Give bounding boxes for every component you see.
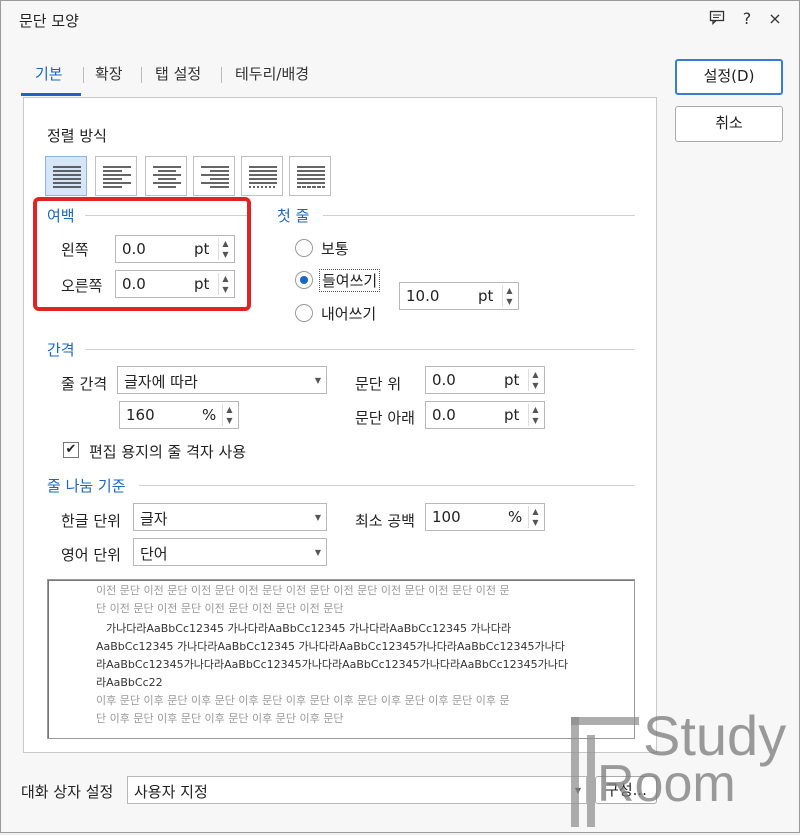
watermark-line2: Room [597,755,736,813]
cancel-button[interactable]: 취소 [675,106,783,142]
line-spacing-value: 160 [126,406,155,424]
min-space-spinner[interactable]: 100 % ▲ ▼ [425,503,545,531]
preview-current-line: 라AaBbCc22 [96,676,163,689]
active-tab-indicator [21,93,81,96]
radio-indent[interactable] [295,271,313,289]
comment-icon[interactable] [707,9,727,29]
align-divide-icon [297,166,325,188]
spacing-above-spinner[interactable]: 0.0 pt ▲ ▼ [425,366,545,394]
divider [85,349,635,350]
dialog-title: 문단 모양 [19,12,79,30]
preview-current-line: 가나다라AaBbCc12345 가나다라AaBbCc12345 가나다라AaBb… [106,622,511,635]
tab-border-background[interactable]: 테두리/배경 [235,63,309,84]
ok-button[interactable]: 설정(D) [675,59,783,95]
line-break-section-label: 줄 나눔 기준 [47,477,126,495]
line-spacing-value-spinner[interactable]: 160 % ▲ ▼ [119,401,239,429]
spin-arrows-icon[interactable]: ▲ ▼ [222,404,236,426]
english-unit-value: 단어 [140,545,168,563]
preview-current-line: AaBbCc12345 가나다라AaBbCc12345 가나다라AaBbCc12… [96,640,565,653]
spacing-above-value: 0.0 [432,371,456,389]
unit-label: % [508,508,523,526]
spin-arrows-icon[interactable]: ▲ ▼ [528,506,542,528]
align-distribute-button[interactable] [241,156,283,196]
dialog-settings-select[interactable]: 사용자 지정 ▼ [127,776,587,804]
grid-checkbox[interactable]: ✔ [63,442,79,458]
preview-next-line: 단 이후 문단 이후 문단 이후 문단 이후 문단 이후 문단 [96,712,344,725]
align-right-icon [201,166,229,188]
spacing-above-label: 문단 위 [355,375,402,393]
korean-unit-value: 글자 [140,510,168,528]
divider [323,215,635,216]
align-distribute-icon [249,166,277,188]
unit-label: pt [478,287,494,305]
studyroom-watermark: Study Room [567,691,797,831]
help-icon[interactable]: ? [737,9,757,28]
unit-label: % [202,406,217,424]
unit-label: pt [504,406,520,424]
tab-separator [83,67,84,83]
title-bar [1,1,799,37]
min-space-value: 100 [432,508,461,526]
radio-normal-label: 보통 [321,240,349,258]
align-right-button[interactable] [193,156,235,196]
close-icon[interactable]: × [765,9,785,28]
paragraph-shape-dialog: 문단 모양 ? × 기본 확장 탭 설정 테두리/배경 설정(D) 취소 정렬 … [0,0,800,833]
divider [139,485,635,486]
line-spacing-type-value: 글자에 따라 [124,373,198,391]
spacing-below-value: 0.0 [432,406,456,424]
preview-current-line: 라AaBbCc12345가나다라AaBbCc12345가나다라AaBbCc123… [96,658,568,671]
korean-unit-select[interactable]: 글자 ▼ [133,503,327,531]
tab-extended[interactable]: 확장 [95,63,123,84]
highlight-box [33,197,251,311]
korean-unit-label: 한글 단위 [61,512,121,530]
line-spacing-type-select[interactable]: 글자에 따라 ▼ [117,366,327,394]
preview-box: 이전 문단 이전 문단 이전 문단 이전 문단 이전 문단 이전 문단 이전 문… [47,579,635,739]
spacing-below-spinner[interactable]: 0.0 pt ▲ ▼ [425,401,545,429]
dialog-settings-label: 대화 상자 설정 [21,783,114,801]
english-unit-label: 영어 단위 [61,546,121,564]
spin-arrows-icon[interactable]: ▲ ▼ [528,369,542,391]
unit-label: pt [504,371,520,389]
radio-normal[interactable] [295,239,313,257]
line-spacing-label: 줄 간격 [61,375,108,393]
spacing-below-label: 문단 아래 [355,409,415,427]
radio-outdent-label: 내어쓰기 [321,305,377,323]
english-unit-select[interactable]: 단어 ▼ [133,538,327,566]
tab-basic[interactable]: 기본 [35,63,63,84]
preview-prev-line: 이전 문단 이전 문단 이전 문단 이전 문단 이전 문단 이전 문단 이전 문… [96,584,510,597]
preview-next-line: 이후 문단 이후 문단 이후 문단 이후 문단 이후 문단 이후 문단 이후 문… [96,694,510,707]
grid-checkbox-label: 편집 용지의 줄 격자 사용 [89,443,247,461]
align-divide-button[interactable] [289,156,331,196]
spin-arrows-icon[interactable]: ▲ ▼ [528,404,542,426]
align-left-icon [103,166,131,188]
radio-outdent[interactable] [295,304,313,322]
spacing-section-label: 간격 [47,341,75,359]
tab-tab-settings[interactable]: 탭 설정 [155,63,201,84]
alignment-label: 정렬 방식 [47,127,107,145]
align-center-icon [153,166,181,188]
preview-prev-line: 단 이전 문단 이전 문단 이전 문단 이전 문단 이전 문단 [96,602,344,615]
align-justify-button[interactable] [45,156,87,196]
chevron-down-icon: ▼ [314,376,321,385]
first-line-value: 10.0 [406,287,440,305]
min-space-label: 최소 공백 [355,512,415,530]
tab-separator [221,67,222,83]
chevron-down-icon: ▼ [314,548,321,557]
first-line-section-label: 첫 줄 [277,207,310,225]
first-line-spinner[interactable]: 10.0 pt ▲ ▼ [399,282,519,310]
spin-arrows-icon[interactable]: ▲ ▼ [502,285,516,307]
dialog-settings-value: 사용자 지정 [134,783,208,801]
align-justify-icon [53,166,81,188]
align-left-button[interactable] [95,156,137,196]
align-center-button[interactable] [145,156,187,196]
tab-separator [141,67,142,83]
chevron-down-icon: ▼ [314,513,321,522]
radio-indent-label: 들여쓰기 [319,269,381,292]
